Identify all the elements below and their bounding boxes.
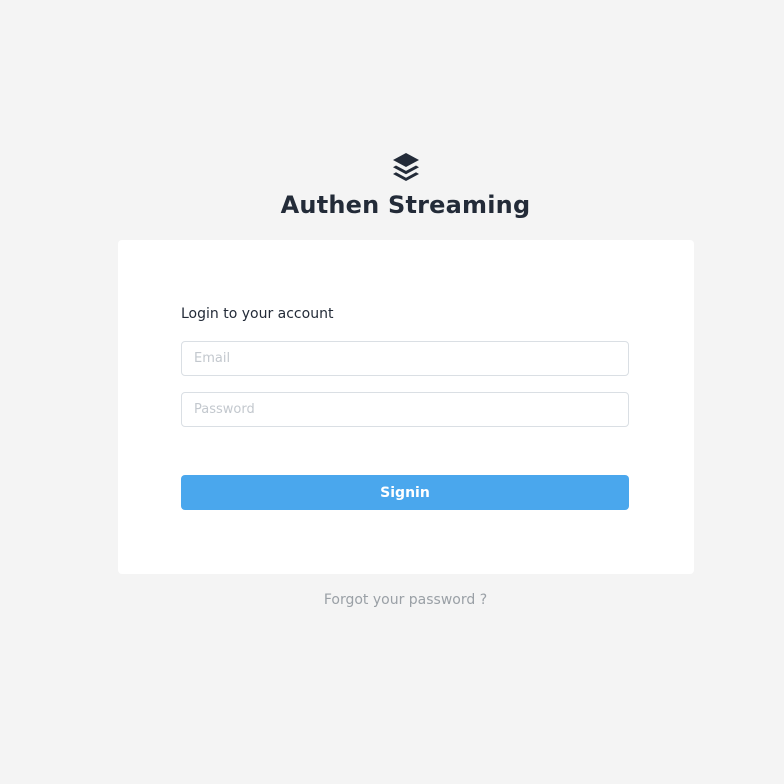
signin-button[interactable]: Signin (181, 475, 629, 510)
forgot-password-link[interactable]: Forgot your password ? (0, 590, 784, 610)
email-field[interactable] (181, 341, 629, 376)
layers-icon (393, 153, 419, 181)
app-title: Authen Streaming (280, 191, 531, 219)
login-page: Authen Streaming Login to your account S… (0, 0, 784, 784)
login-heading: Login to your account (181, 306, 334, 322)
login-card: Login to your account Signin (118, 240, 694, 574)
password-field[interactable] (181, 392, 629, 427)
